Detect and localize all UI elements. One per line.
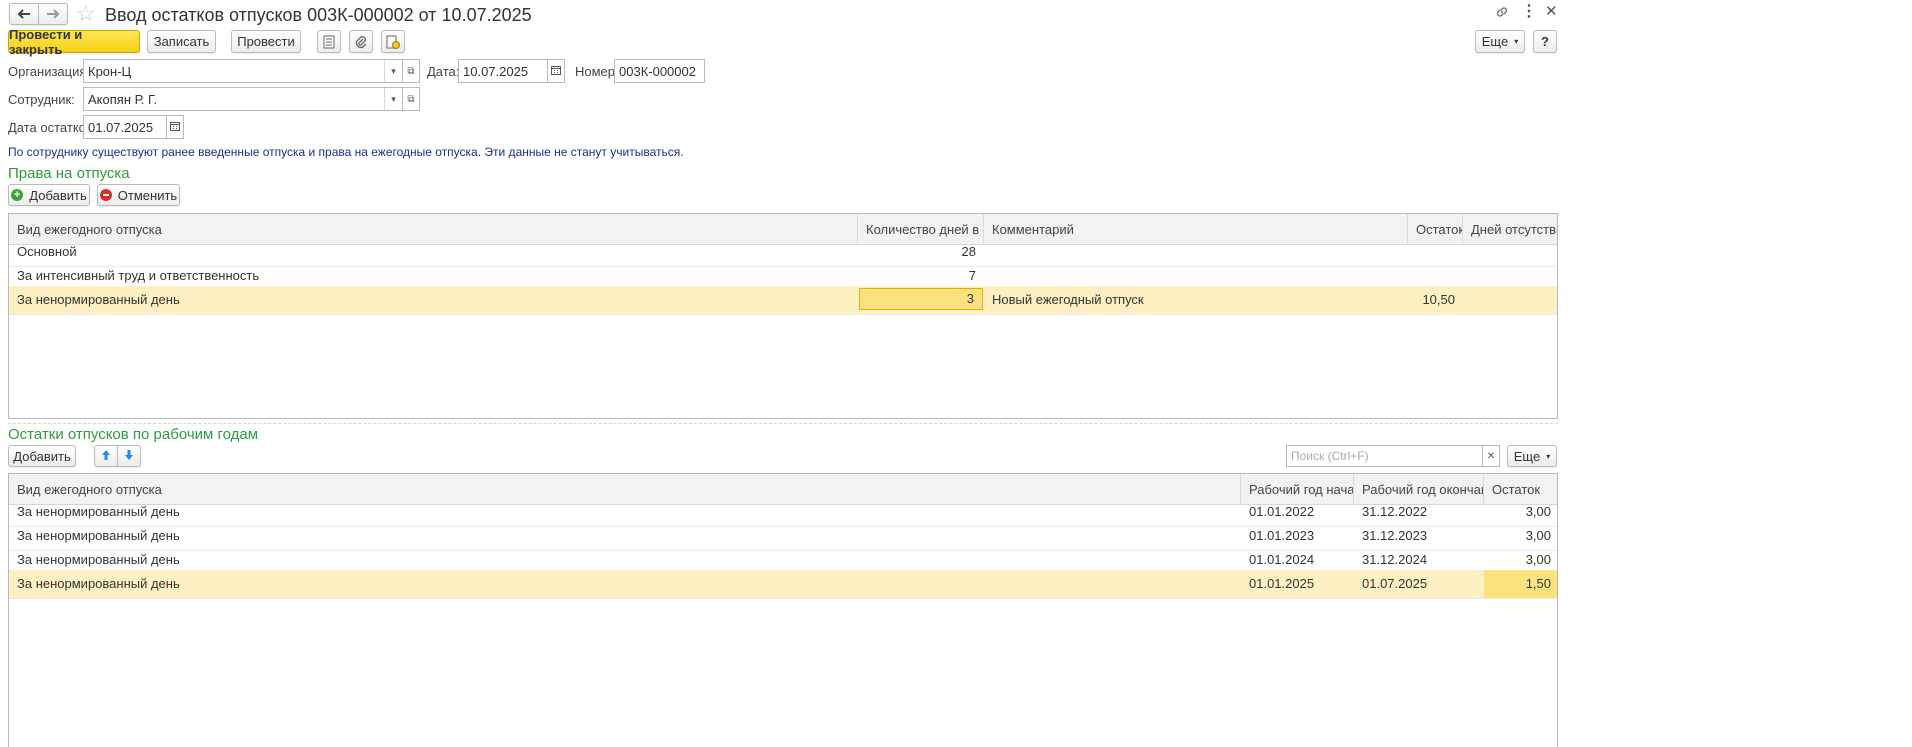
post-and-close-button[interactable]: Провести и закрыть	[8, 27, 140, 57]
cell-remainder: 10,50	[1422, 292, 1455, 307]
link-icon[interactable]	[1494, 4, 1510, 23]
cell-type: За ненормированный день	[17, 292, 180, 307]
paperclip-icon	[355, 35, 367, 49]
table-row-selected[interactable]: За ненормированный день 3 Новый ежегодны…	[9, 286, 1557, 315]
date-calendar-button[interactable]	[547, 59, 565, 83]
favorite-star-icon[interactable]: ☆	[76, 2, 96, 26]
cell-year-end: 01.07.2025	[1362, 576, 1428, 591]
chevron-down-icon[interactable]: ▾	[384, 88, 402, 110]
cancel-circle-icon	[99, 189, 112, 201]
rights-cancel-button[interactable]: Отменить	[97, 184, 180, 206]
chevron-down-icon[interactable]: ▾	[384, 60, 402, 82]
date-field[interactable]: 10.07.2025	[458, 59, 548, 83]
cell-year-start: 01.01.2025	[1249, 576, 1315, 591]
history-button[interactable]	[381, 30, 405, 53]
attach-button[interactable]	[349, 30, 373, 53]
balance-date-calendar-button[interactable]	[166, 115, 184, 139]
calendar-icon	[170, 121, 180, 134]
rights-add-button[interactable]: + Добавить	[8, 184, 90, 206]
cell-days-editing[interactable]: 3	[859, 288, 983, 310]
info-message: По сотруднику существуют ранее введенные…	[8, 145, 684, 159]
arrow-left-icon	[17, 9, 31, 19]
section-splitter[interactable]	[8, 423, 1558, 424]
rights-section-title: Права на отпуска	[8, 165, 130, 182]
balances-add-button[interactable]: Добавить	[8, 445, 76, 467]
arrow-down-icon	[124, 449, 134, 464]
employee-value: Акопян Р. Г.	[88, 91, 158, 107]
balances-more-button[interactable]: Еще ▾	[1507, 445, 1557, 467]
organization-value: Крон-Ц	[88, 63, 132, 79]
close-icon[interactable]: ✕	[1545, 4, 1558, 20]
chevron-down-icon: ▾	[1514, 37, 1519, 46]
chevron-down-icon: ▾	[1546, 451, 1551, 461]
report-button[interactable]	[317, 30, 341, 53]
organization-label: Организация:	[8, 64, 91, 79]
employee-field[interactable]: Акопян Р. Г. ▾	[83, 87, 403, 111]
document-clock-icon	[386, 35, 400, 49]
help-button[interactable]: ?	[1533, 30, 1557, 53]
more-vertical-icon[interactable]: ⋮	[1521, 4, 1537, 20]
arrow-right-icon	[46, 9, 60, 19]
balance-date-field[interactable]: 01.07.2025	[83, 115, 167, 139]
balance-date-value: 01.07.2025	[88, 119, 154, 135]
move-up-button[interactable]	[94, 445, 118, 467]
page-title: Ввод остатков отпусков 003К-000002 от 10…	[105, 5, 532, 25]
search-input[interactable]: Поиск (Ctrl+F)	[1286, 445, 1483, 467]
rights-cancel-label: Отменить	[117, 187, 178, 203]
organization-field[interactable]: Крон-Ц ▾	[83, 59, 403, 83]
rights-table[interactable]: Вид ежегодного отпуска Количество дней в…	[8, 213, 1558, 419]
table-row-selected[interactable]: За ненормированный день 01.01.2025 01.07…	[9, 570, 1557, 599]
search-clear-button[interactable]: ✕	[1482, 445, 1500, 467]
close-icon: ✕	[1486, 450, 1496, 462]
balances-section-title: Остатки отпусков по рабочим годам	[8, 426, 259, 443]
move-down-button[interactable]	[117, 445, 141, 467]
calendar-icon	[551, 65, 561, 78]
number-label: Номер:	[575, 64, 619, 79]
post-button[interactable]: Провести	[231, 30, 301, 53]
open-window-icon: ⧉	[407, 93, 415, 105]
more-menu-label: Еще	[1481, 34, 1509, 49]
balances-table[interactable]: Вид ежегодного отпуска Рабочий год начал…	[8, 473, 1558, 747]
employee-label: Сотрудник:	[8, 92, 75, 107]
back-button[interactable]	[9, 3, 39, 25]
cell-remainder-active[interactable]: 1,50	[1484, 570, 1557, 598]
open-window-icon: ⧉	[407, 65, 415, 77]
cell-absence	[1463, 286, 1557, 314]
date-label: Дата:	[427, 64, 460, 79]
document-list-icon	[323, 35, 335, 49]
number-field[interactable]: 003К-000002	[614, 59, 705, 83]
save-button[interactable]: Записать	[147, 30, 216, 53]
date-value: 10.07.2025	[463, 63, 529, 79]
rights-add-label: Добавить	[29, 187, 87, 203]
number-value: 003К-000002	[619, 63, 696, 79]
search-placeholder: Поиск (Ctrl+F)	[1291, 449, 1369, 463]
organization-open-button[interactable]: ⧉	[402, 59, 420, 83]
balances-more-label: Еще	[1513, 448, 1541, 464]
employee-open-button[interactable]: ⧉	[402, 87, 420, 111]
more-menu-button[interactable]: Еще ▾	[1475, 30, 1525, 53]
cell-type: За ненормированный день	[17, 576, 180, 591]
arrow-up-icon	[101, 449, 111, 464]
forward-button[interactable]	[38, 3, 68, 25]
cell-comment: Новый ежегодный отпуск	[992, 292, 1144, 307]
plus-circle-icon: +	[11, 189, 24, 201]
